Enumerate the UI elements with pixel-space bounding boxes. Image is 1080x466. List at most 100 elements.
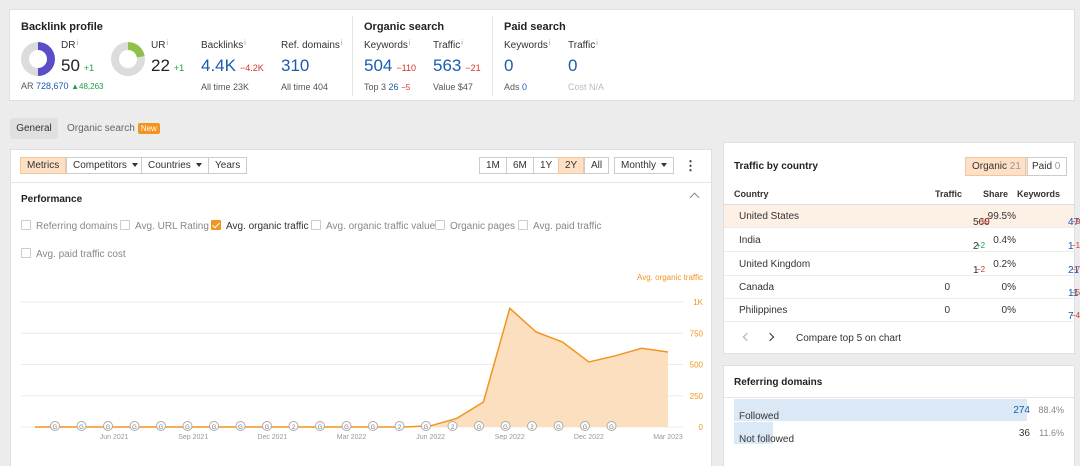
checkbox-checked-icon	[211, 220, 221, 230]
paid-traffic-value[interactable]: 0	[568, 56, 577, 75]
checkbox-label: Avg. paid traffic cost	[36, 249, 126, 260]
keywords-delta: −4	[1071, 311, 1080, 320]
annotation-marker-label: G	[477, 425, 482, 431]
metrics-overview: Backlink profile DRi 50 +1 AR 728,670 ▲48…	[9, 9, 1075, 101]
x-tick-label: Dec 2022	[574, 434, 604, 440]
followed-row[interactable]: Followed i 274 88.4%	[724, 399, 1074, 422]
years-button[interactable]: Years	[208, 157, 248, 174]
country-name: Canada	[739, 282, 775, 293]
share-value: 0%	[1001, 282, 1016, 293]
y-tick-label: 750	[690, 329, 704, 338]
chart-legend-label: Avg. organic traffic	[637, 273, 703, 282]
checkbox-avg-paid-traffic-cost[interactable]: Avg. paid traffic cost	[21, 248, 126, 260]
organic-toggle[interactable]: Organic 21	[965, 157, 1028, 176]
country-name: United Kingdom	[739, 259, 811, 270]
checkbox-icon	[21, 220, 31, 230]
keywords-delta: −5	[1071, 288, 1080, 297]
annotation-marker-label: G	[185, 425, 190, 431]
country-name: Philippines	[739, 305, 788, 316]
toggle-count: 21	[1009, 161, 1021, 172]
paid-search-section: Paid search Keywordsi 0 Ads 0 Traffici 0…	[504, 21, 605, 92]
traffic-value: 0	[944, 305, 950, 316]
not-followed-value[interactable]: 36	[1019, 428, 1030, 439]
dropdown-label: Countries	[148, 160, 191, 171]
ref-domains-label: Ref. domains	[281, 40, 340, 51]
backlink-profile-section: Backlink profile DRi 50 +1 AR 728,670 ▲48…	[21, 21, 343, 92]
checkbox-organic-pages[interactable]: Organic pages	[435, 220, 515, 232]
toggle-count: 0	[1054, 161, 1061, 172]
organic-traffic-chart: GGGGGGGGG2GGG2G2GG2GGG Avg. organic traf…	[21, 273, 704, 440]
tab-general[interactable]: General	[10, 118, 58, 139]
checkbox-avg-organic-traffic-value[interactable]: Avg. organic traffic value	[311, 220, 435, 232]
checkbox-avg-url-rating[interactable]: Avg. URL Rating	[120, 220, 209, 232]
range-all-button[interactable]: All	[584, 157, 610, 174]
top3-delta: −5	[401, 83, 411, 92]
annotation-marker-label: G	[609, 425, 614, 431]
paid-toggle[interactable]: Paid 0	[1025, 157, 1068, 176]
caret-down-icon	[195, 163, 202, 168]
checkbox-referring-domains[interactable]: Referring domains	[21, 220, 118, 232]
traffic-value: 0	[944, 282, 950, 293]
tab-label: Organic search	[67, 123, 135, 134]
paid-keywords-value[interactable]: 0	[504, 56, 513, 75]
annotation-marker-label: G	[106, 425, 111, 431]
more-options-icon[interactable]: ⋮	[684, 158, 697, 174]
share-value: 0.2%	[993, 259, 1016, 270]
range-1y-button[interactable]: 1Y	[533, 157, 560, 174]
competitors-dropdown[interactable]: Competitors	[66, 157, 145, 174]
ads-label: Ads	[504, 82, 520, 92]
y-tick-label: 500	[690, 361, 704, 370]
panel-title: Traffic by country	[734, 161, 818, 172]
x-tick-label: Mar 2023	[653, 434, 683, 440]
table-row[interactable]: Canada 0 0% 11 −5	[724, 276, 1080, 299]
y-tick-label: 0	[699, 423, 704, 432]
table-row[interactable]: United States 560−19 99.5% 478−97	[724, 205, 1080, 228]
compare-top5-link[interactable]: Compare top 5 on chart	[796, 333, 901, 344]
checkbox-avg-organic-traffic[interactable]: Avg. organic traffic	[211, 220, 308, 232]
table-row[interactable]: Philippines 0 0% 7 −4	[724, 299, 1080, 322]
checkbox-avg-paid-traffic[interactable]: Avg. paid traffic	[518, 220, 602, 232]
next-page-icon[interactable]	[765, 332, 775, 342]
annotation-marker-label: G	[371, 425, 376, 431]
y-tick-label: 250	[690, 392, 704, 401]
top3-value[interactable]: 26	[389, 82, 399, 92]
collapse-chevron-icon[interactable]	[689, 192, 700, 203]
backlinks-sub-label: All time	[201, 82, 231, 92]
table-row[interactable]: India 2 +2 0.4% 1 −1	[724, 229, 1080, 252]
annotation-marker-label: G	[583, 425, 588, 431]
keywords-delta: −97	[1071, 217, 1080, 226]
not-followed-row[interactable]: Not followed i 36 11.6%	[724, 422, 1074, 445]
cost-label: Cost	[568, 82, 587, 92]
countries-dropdown[interactable]: Countries	[141, 157, 209, 174]
backlinks-label: Backlinks	[201, 40, 244, 51]
tab-organic-search[interactable]: Organic search New	[67, 118, 160, 139]
organic-keywords-value[interactable]: 504	[364, 56, 392, 75]
section-title: Organic search	[364, 21, 445, 33]
followed-value[interactable]: 274	[1013, 405, 1030, 416]
new-badge: New	[137, 123, 160, 134]
ar-value[interactable]: 728,670	[36, 81, 69, 91]
interval-dropdown[interactable]: Monthly	[614, 157, 675, 174]
ads-value[interactable]: 0	[522, 82, 527, 92]
annotation-marker-label: G	[132, 425, 137, 431]
country-name: India	[739, 235, 761, 246]
x-tick-label: Dec 2021	[257, 434, 287, 440]
ref-domains-value[interactable]: 310	[281, 56, 309, 75]
range-6m-button[interactable]: 6M	[506, 157, 534, 174]
performance-panel: Metrics Competitors Countries Years 1M 6…	[10, 149, 712, 466]
backlinks-value[interactable]: 4.4K	[201, 56, 236, 75]
x-tick-label: Jun 2022	[416, 434, 445, 440]
annotation-marker-label: G	[53, 425, 58, 431]
table-row[interactable]: United Kingdom 1 −2 0.2% 21 −7	[724, 253, 1080, 276]
checkbox-label: Organic pages	[450, 221, 516, 232]
prev-page-icon[interactable]	[742, 332, 752, 342]
range-2y-button[interactable]: 2Y	[558, 157, 585, 174]
backlinks-sub-value: 23K	[233, 82, 250, 92]
caret-down-icon	[661, 163, 668, 168]
top3-label: Top 3	[364, 82, 387, 92]
dropdown-label: Monthly	[621, 160, 657, 171]
share-value: 0.4%	[993, 235, 1016, 246]
organic-traffic-value[interactable]: 563	[433, 56, 461, 75]
metrics-button[interactable]: Metrics	[20, 157, 67, 174]
range-1m-button[interactable]: 1M	[479, 157, 507, 174]
